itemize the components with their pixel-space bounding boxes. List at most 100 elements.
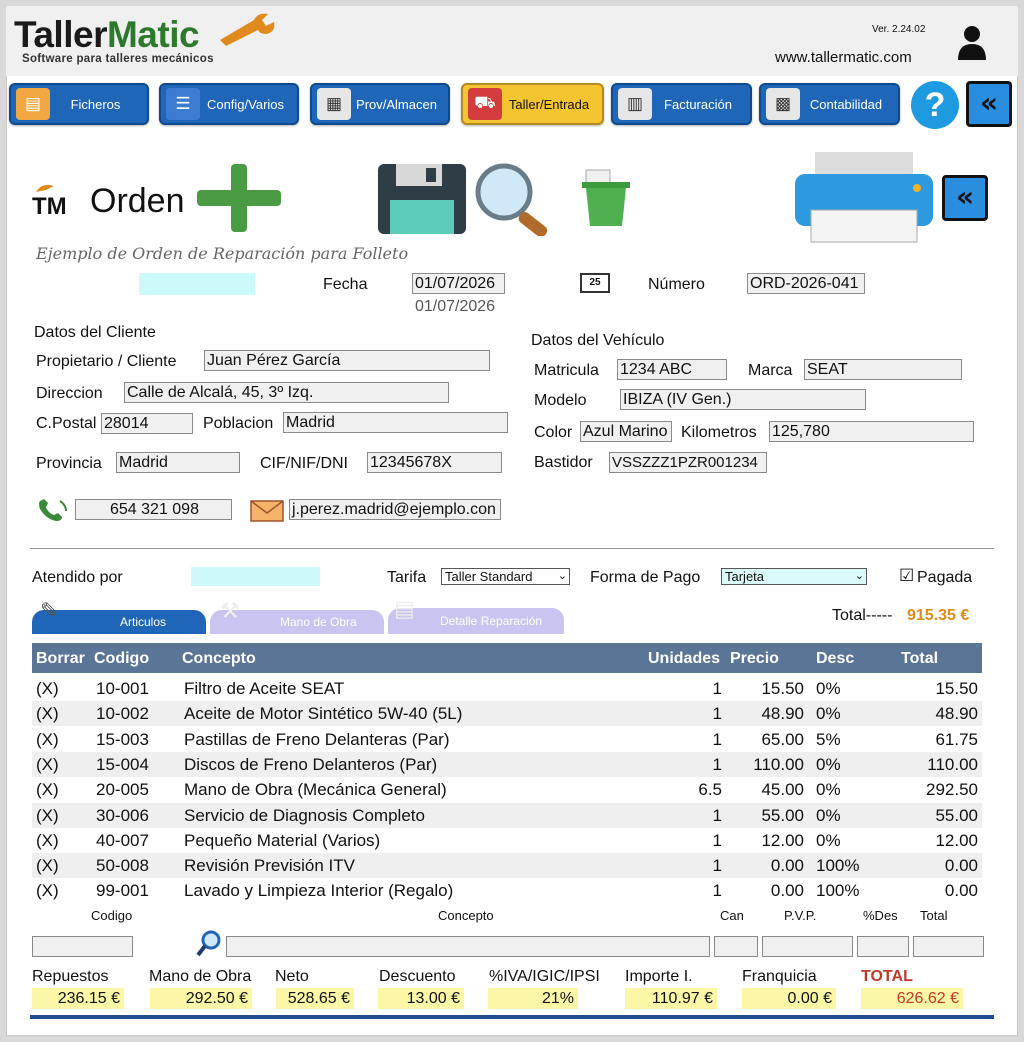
bastidor-input[interactable]: VSSZZZ1PZR001234 [609, 452, 767, 473]
row-desc: 0% [816, 830, 841, 850]
entry-concepto-input[interactable] [226, 936, 710, 957]
row-desc: 100% [816, 881, 860, 901]
marca-label: Marca [748, 362, 793, 379]
email-icon [250, 500, 284, 522]
km-input[interactable]: 125,780 [769, 421, 974, 442]
row-total: 0.00 [944, 881, 978, 901]
nav-config-button[interactable]: ☰ Config/Varios [159, 83, 299, 125]
descuento-value: 13.00 € [378, 988, 464, 1009]
modelo-input[interactable]: IBIZA (IV Gen.) [620, 389, 866, 410]
email-input[interactable]: j.perez.madrid@ejemplo.con [289, 499, 501, 520]
entry-can-input[interactable] [714, 936, 758, 957]
entry-des-input[interactable] [857, 936, 909, 957]
back-nav-icon[interactable]: « [966, 81, 1012, 127]
delete-row-button[interactable]: (X) [36, 755, 59, 775]
tab-mano-obra[interactable]: ⚒ Mano de Obra [210, 598, 384, 634]
row-price: 110.00 [753, 754, 804, 774]
direccion-input[interactable]: Calle de Alcalá, 45, 3º Izq. [124, 382, 449, 403]
delete-row-button[interactable]: (X) [36, 704, 59, 724]
tarifa-select[interactable]: Taller Standard ⌄ [441, 568, 570, 585]
table-row[interactable]: (X) 10-002 Aceite de Motor Sintético 5W-40… [32, 701, 982, 727]
delete-trash-icon[interactable] [580, 168, 632, 228]
col-precio: Precio [730, 650, 779, 667]
row-desc: 0% [816, 704, 841, 724]
nav-label: Ficheros [70, 96, 121, 112]
table-row[interactable]: (X) 10-001 Filtro de Aceite SEAT 1 15.50 0% 15… [32, 676, 982, 701]
table-row[interactable]: (X) 30-006 Servicio de Diagnosis Completo 1… [32, 802, 982, 828]
fecha-input[interactable]: 01/07/2026 [412, 273, 505, 294]
row-units: 1 [712, 805, 722, 825]
calendar-icon[interactable]: 25 [580, 273, 610, 293]
row-desc: 5% [816, 729, 841, 749]
propietario-input[interactable]: Juan Pérez García [204, 350, 490, 371]
row-code: 20-005 [96, 780, 149, 800]
nav-taller-button[interactable]: ⛟ Taller/Entrada [461, 83, 604, 125]
delete-row-button[interactable]: (X) [36, 856, 59, 876]
delete-row-button[interactable]: (X) [36, 679, 59, 699]
table-row[interactable]: (X) 40-007 Pequeño Material (Varios) 1 12.00… [32, 828, 982, 853]
row-desc: 0% [816, 754, 841, 774]
nav-label: Contabilidad [809, 96, 883, 112]
delete-row-button[interactable]: (X) [36, 881, 59, 901]
tab-detalle[interactable]: ▤ Detalle Reparación [388, 596, 564, 634]
cp-input[interactable]: 28014 [101, 413, 193, 434]
row-price: 45.00 [761, 780, 804, 800]
marca-input[interactable]: SEAT [804, 359, 962, 380]
delete-row-button[interactable]: (X) [36, 831, 59, 851]
km-label: Kilometros [681, 424, 757, 441]
delete-row-button[interactable]: (X) [36, 806, 59, 826]
nav-ficheros-button[interactable]: ▤ Ficheros [9, 83, 149, 125]
table-row[interactable]: (X) 20-005 Mano de Obra (Mecánica General)… [32, 777, 982, 802]
logo-text-taller: Taller [14, 14, 107, 55]
pago-value: Tarjeta [725, 569, 765, 584]
table-row[interactable]: (X) 15-003 Pastillas de Freno Delanteras (… [32, 727, 982, 752]
search-icon[interactable] [196, 930, 222, 958]
entry-codigo-input[interactable] [32, 936, 133, 957]
row-total: 61.75 [935, 729, 978, 749]
pago-select[interactable]: Tarjeta ⌄ [721, 568, 867, 585]
user-icon[interactable] [956, 24, 988, 62]
table-row[interactable]: (X) 50-008 Revisión Previsión ITV 1 0.00 100%… [32, 853, 982, 879]
entry-codigo-label: Codigo [91, 908, 133, 923]
website-link[interactable]: www.tallermatic.com [775, 49, 912, 66]
tab-articulos[interactable]: ✎ Articulos [32, 598, 206, 634]
search-order-icon[interactable] [472, 162, 560, 236]
folder-icon: ▤ [16, 88, 50, 120]
nav-contabilidad-button[interactable]: ▩ Contabilidad [759, 83, 900, 125]
row-units: 1 [712, 704, 722, 724]
delete-row-button[interactable]: (X) [36, 780, 59, 800]
color-input[interactable]: Azul Marino [580, 421, 672, 442]
row-concept: Pequeño Material (Varios) [184, 830, 381, 850]
entry-pvp-input[interactable] [762, 936, 853, 957]
help-icon[interactable]: ? [911, 81, 959, 129]
save-icon[interactable] [378, 164, 466, 234]
pagada-checkbox[interactable]: ☑ [899, 566, 914, 586]
entry-total-input[interactable] [913, 936, 984, 957]
total-value: 626.62 € [861, 988, 963, 1009]
divider [30, 548, 994, 549]
row-units: 1 [712, 881, 722, 901]
table-row[interactable]: (X) 15-004 Discos de Freno Delanteros (Par… [32, 751, 982, 777]
telefono-input[interactable]: 654 321 098 [75, 499, 232, 520]
new-order-plus-icon[interactable] [195, 162, 283, 234]
nif-input[interactable]: 12345678X [367, 452, 502, 473]
nav-facturacion-button[interactable]: ▥ Facturación [611, 83, 752, 125]
poblacion-input[interactable]: Madrid [283, 412, 508, 433]
row-total: 110.00 [927, 754, 978, 774]
form-back-icon[interactable]: « [942, 175, 988, 221]
bastidor-label: Bastidor [534, 454, 593, 471]
numero-input[interactable]: ORD-2026-041 [747, 273, 865, 294]
cyan-status-field[interactable] [139, 273, 255, 295]
table-row[interactable]: (X) 99-001 Lavado y Limpieza Interior (Reg… [32, 878, 982, 903]
matricula-input[interactable]: 1234 ABC [617, 359, 727, 380]
print-icon[interactable] [795, 152, 933, 244]
col-unidades: Unidades [648, 650, 721, 667]
atendido-field[interactable] [191, 567, 320, 586]
row-concept: Pastillas de Freno Delanteras (Par) [184, 729, 450, 749]
nav-prov-button[interactable]: ▦ Prov/Almacen [310, 83, 450, 125]
provincia-input[interactable]: Madrid [116, 452, 240, 473]
col-desc: Desc [816, 650, 855, 667]
delete-row-button[interactable]: (X) [36, 730, 59, 750]
mano-value: 292.50 € [150, 988, 252, 1009]
row-code: 50-008 [96, 856, 149, 876]
